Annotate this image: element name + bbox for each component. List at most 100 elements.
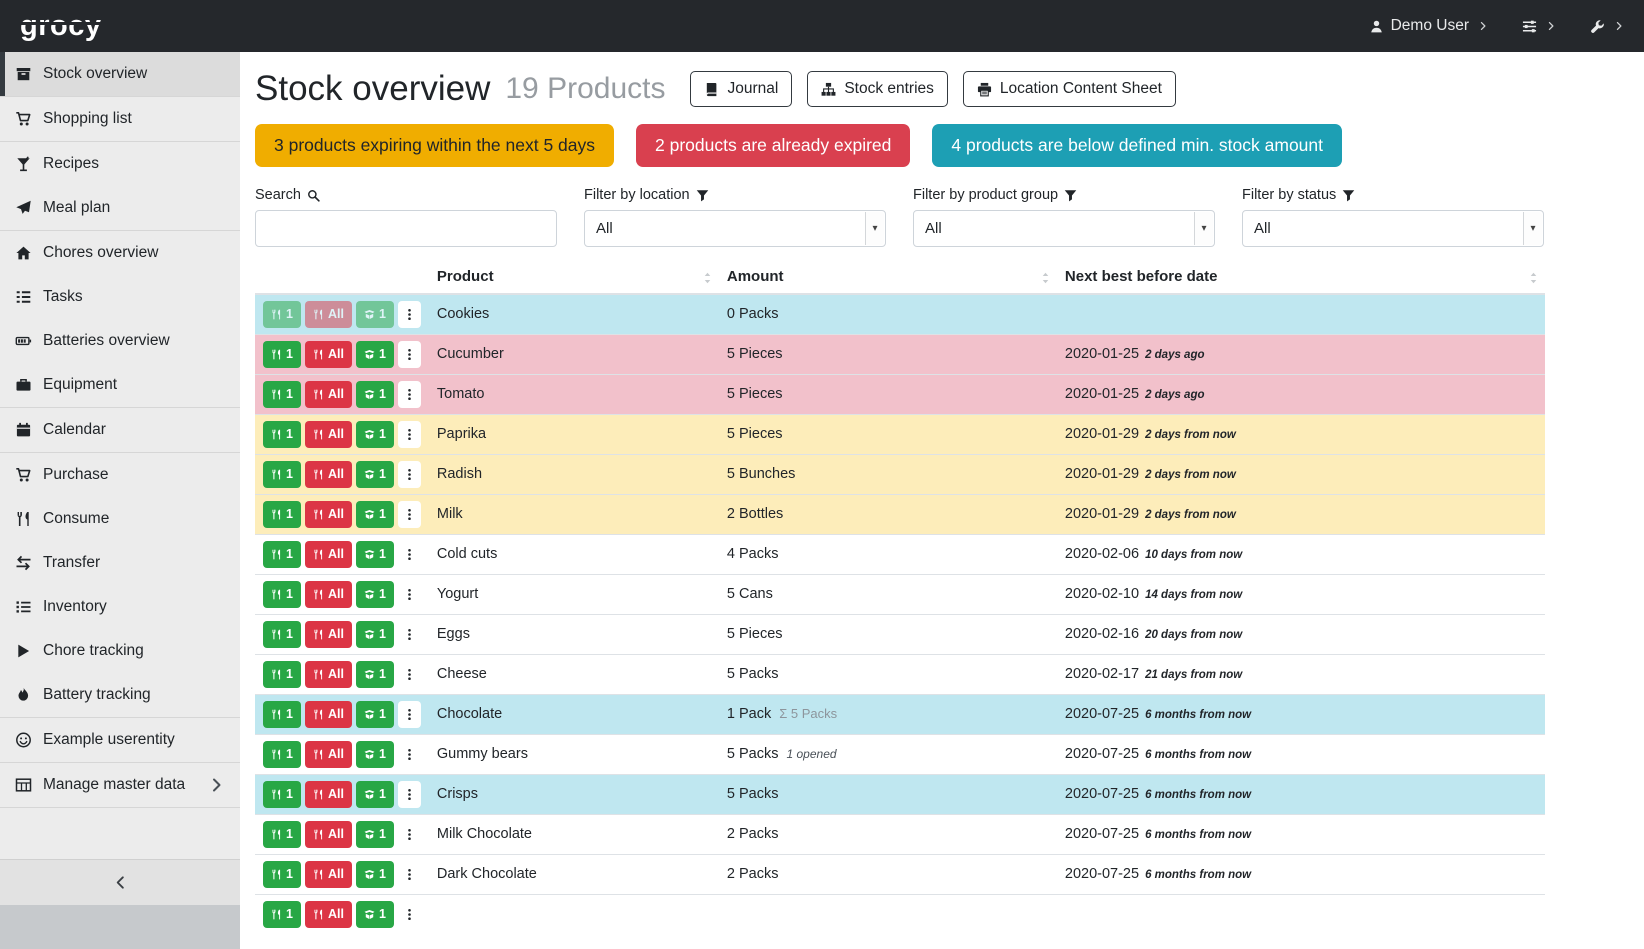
row-menu-button[interactable]: [398, 501, 421, 528]
consume-all-button[interactable]: All: [305, 421, 352, 448]
sidebar-item-inventory[interactable]: Inventory: [0, 585, 240, 629]
row-menu-button[interactable]: [398, 621, 421, 648]
consume-one-button[interactable]: 1: [263, 421, 301, 448]
consume-all-button[interactable]: All: [305, 541, 352, 568]
open-one-button[interactable]: 1: [356, 301, 394, 328]
open-one-button[interactable]: 1: [356, 661, 394, 688]
row-menu-button[interactable]: [398, 661, 421, 688]
sidebar-item-chores-overview[interactable]: Chores overview: [0, 231, 240, 275]
open-one-button[interactable]: 1: [356, 821, 394, 848]
row-menu-button[interactable]: [398, 901, 421, 928]
consume-all-button[interactable]: All: [305, 861, 352, 888]
consume-all-button[interactable]: All: [305, 581, 352, 608]
sidebar-item-chore-tracking[interactable]: Chore tracking: [0, 629, 240, 673]
open-one-button[interactable]: 1: [356, 381, 394, 408]
column-header-amount[interactable]: Amount: [719, 263, 1057, 294]
consume-all-button[interactable]: All: [305, 701, 352, 728]
consume-all-button[interactable]: All: [305, 501, 352, 528]
filter-by-status-select[interactable]: All▾: [1242, 210, 1544, 247]
row-menu-button[interactable]: [398, 701, 421, 728]
open-one-button[interactable]: 1: [356, 501, 394, 528]
row-menu-button[interactable]: [398, 341, 421, 368]
admin-menu[interactable]: [1590, 19, 1624, 34]
search-input[interactable]: [255, 210, 557, 247]
row-menu-button[interactable]: [398, 461, 421, 488]
sidebar-item-battery-tracking[interactable]: Battery tracking: [0, 673, 240, 717]
consume-one-button[interactable]: 1: [263, 341, 301, 368]
expired-alert[interactable]: 2 products are already expired: [636, 124, 910, 167]
filter-by-product-group-select[interactable]: All▾: [913, 210, 1215, 247]
consume-one-button[interactable]: 1: [263, 381, 301, 408]
consume-one-button[interactable]: 1: [263, 581, 301, 608]
sidebar-item-meal-plan[interactable]: Meal plan: [0, 186, 240, 230]
sidebar-item-calendar[interactable]: Calendar: [0, 408, 240, 452]
open-one-button[interactable]: 1: [356, 701, 394, 728]
stock-table-body: 1All1Cookies0 Packs1All1Cucumber5 Pieces…: [255, 294, 1545, 934]
user-menu[interactable]: Demo User: [1369, 17, 1488, 35]
sidebar-item-consume[interactable]: Consume: [0, 497, 240, 541]
stock-entries-button[interactable]: Stock entries: [807, 71, 948, 107]
consume-one-button[interactable]: 1: [263, 741, 301, 768]
sidebar-item-batteries-overview[interactable]: Batteries overview: [0, 319, 240, 363]
journal-button[interactable]: Journal: [690, 71, 792, 107]
consume-all-button[interactable]: All: [305, 461, 352, 488]
open-one-button[interactable]: 1: [356, 901, 394, 928]
filter-by-location-select[interactable]: All▾: [584, 210, 886, 247]
consume-one-button[interactable]: 1: [263, 901, 301, 928]
row-menu-button[interactable]: [398, 861, 421, 888]
consume-all-button[interactable]: All: [305, 741, 352, 768]
consume-all-button[interactable]: All: [305, 621, 352, 648]
row-menu-button[interactable]: [398, 421, 421, 448]
consume-all-button[interactable]: All: [305, 661, 352, 688]
open-one-button[interactable]: 1: [356, 861, 394, 888]
consume-all-button[interactable]: All: [305, 341, 352, 368]
sidebar-item-stock-overview[interactable]: Stock overview: [0, 52, 240, 96]
sidebar-item-recipes[interactable]: Recipes: [0, 142, 240, 186]
open-one-button[interactable]: 1: [356, 541, 394, 568]
row-menu-button[interactable]: [398, 741, 421, 768]
consume-one-button[interactable]: 1: [263, 541, 301, 568]
column-header-product[interactable]: Product: [429, 263, 719, 294]
sidebar-collapse-button[interactable]: [0, 859, 240, 905]
row-menu-button[interactable]: [398, 821, 421, 848]
sidebar-item-transfer[interactable]: Transfer: [0, 541, 240, 585]
row-menu-button[interactable]: [398, 781, 421, 808]
open-one-button[interactable]: 1: [356, 421, 394, 448]
consume-all-button[interactable]: All: [305, 821, 352, 848]
consume-all-button[interactable]: All: [305, 781, 352, 808]
view-settings-menu[interactable]: [1522, 19, 1556, 34]
expiring-soon-alert[interactable]: 3 products expiring within the next 5 da…: [255, 124, 614, 167]
consume-one-button[interactable]: 1: [263, 821, 301, 848]
column-header-next-best-before-date[interactable]: Next best before date: [1057, 263, 1545, 294]
row-menu-button[interactable]: [398, 301, 421, 328]
consume-one-button[interactable]: 1: [263, 661, 301, 688]
consume-all-button[interactable]: All: [305, 301, 352, 328]
grocy-logo[interactable]: grocy: [20, 12, 101, 41]
consume-all-button[interactable]: All: [305, 381, 352, 408]
sidebar-item-example-userentity[interactable]: Example userentity: [0, 718, 240, 762]
location-content-sheet-button[interactable]: Location Content Sheet: [963, 71, 1176, 107]
consume-one-button[interactable]: 1: [263, 301, 301, 328]
consume-one-button[interactable]: 1: [263, 861, 301, 888]
open-one-button[interactable]: 1: [356, 461, 394, 488]
open-one-button[interactable]: 1: [356, 341, 394, 368]
consume-one-button[interactable]: 1: [263, 701, 301, 728]
consume-one-button[interactable]: 1: [263, 621, 301, 648]
consume-one-button[interactable]: 1: [263, 461, 301, 488]
row-menu-button[interactable]: [398, 381, 421, 408]
below-min-stock-alert[interactable]: 4 products are below defined min. stock …: [932, 124, 1342, 167]
open-one-button[interactable]: 1: [356, 621, 394, 648]
open-one-button[interactable]: 1: [356, 741, 394, 768]
row-menu-button[interactable]: [398, 541, 421, 568]
consume-one-button[interactable]: 1: [263, 781, 301, 808]
sidebar-item-shopping-list[interactable]: Shopping list: [0, 97, 240, 141]
sidebar-item-tasks[interactable]: Tasks: [0, 275, 240, 319]
consume-all-button[interactable]: All: [305, 901, 352, 928]
sidebar-item-equipment[interactable]: Equipment: [0, 363, 240, 407]
sidebar-item-manage-master-data[interactable]: Manage master data: [0, 763, 240, 807]
row-menu-button[interactable]: [398, 581, 421, 608]
open-one-button[interactable]: 1: [356, 781, 394, 808]
consume-one-button[interactable]: 1: [263, 501, 301, 528]
open-one-button[interactable]: 1: [356, 581, 394, 608]
sidebar-item-purchase[interactable]: Purchase: [0, 453, 240, 497]
